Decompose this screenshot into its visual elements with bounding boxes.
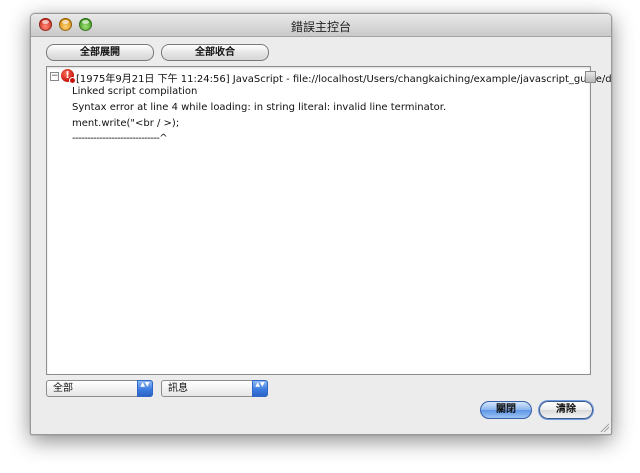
category-filter-select[interactable]: 全部 ▲▼ [46, 380, 153, 397]
window-title: 錯誤主控台 [290, 20, 351, 34]
collapse-all-button[interactable]: 全部收合 [161, 44, 269, 61]
error-console-window: 錯誤主控台 全部展開 全部收合 − ! [1975年9月21日 下午 11:24… [30, 13, 612, 435]
updown-arrow-icon: ▲▼ [137, 380, 153, 397]
clear-button[interactable]: 清除 [539, 401, 593, 419]
collapse-toggle-icon[interactable]: − [50, 72, 59, 81]
type-filter-select[interactable]: 訊息 ▲▼ [161, 380, 268, 397]
document-icon[interactable] [585, 71, 596, 83]
message-header: [1975年9月21日 下午 11:24:56] JavaScript - fi… [76, 74, 612, 85]
message-line: ment.write("<br / >); [72, 118, 180, 129]
console-log-area[interactable]: − ! [1975年9月21日 下午 11:24:56] JavaScript … [46, 66, 611, 375]
expand-all-button[interactable]: 全部展開 [46, 44, 154, 61]
close-button[interactable]: 關閉 [480, 401, 532, 419]
type-filter-value: 訊息 [168, 383, 188, 394]
updown-arrow-icon: ▲▼ [252, 380, 268, 397]
error-icon: ! [61, 69, 76, 84]
message-line: Syntax error at line 4 while loading: in… [72, 102, 447, 113]
message-line: -----------------------------^ [72, 133, 168, 144]
resize-grip-icon[interactable] [599, 422, 609, 432]
category-filter-value: 全部 [53, 383, 73, 394]
title-bar[interactable]: 錯誤主控台 [31, 14, 611, 37]
message-line: Linked script compilation [72, 86, 198, 97]
